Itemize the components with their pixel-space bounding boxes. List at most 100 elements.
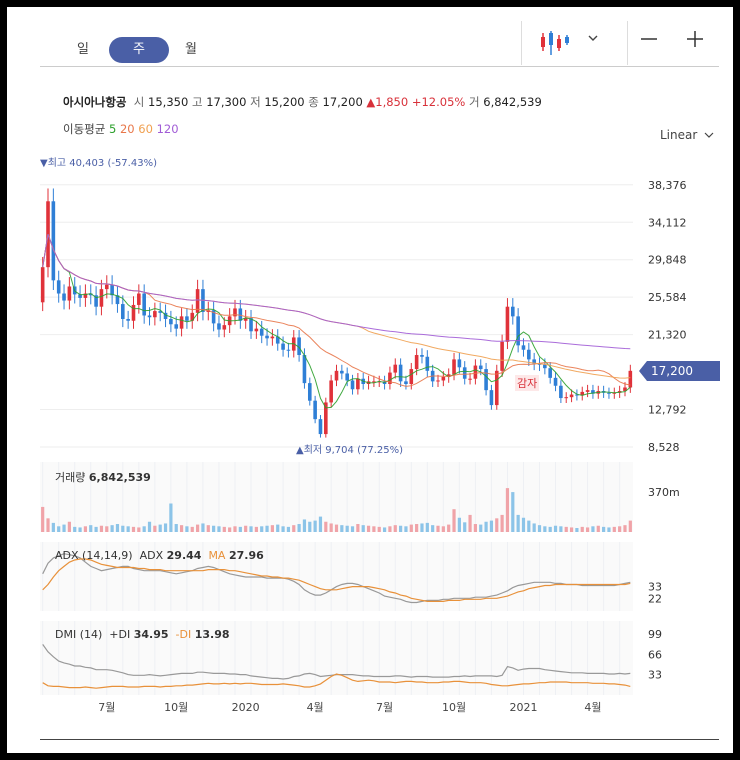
volume-bar <box>206 525 210 532</box>
candle-body <box>510 306 515 317</box>
candle-body <box>62 293 66 301</box>
volume-bar <box>153 525 157 532</box>
candle-body <box>121 304 125 319</box>
volume-bar <box>382 527 387 532</box>
candle-body <box>521 345 526 350</box>
volume-bar <box>286 526 291 532</box>
current-price: 17,200 <box>651 364 693 378</box>
candle-body <box>174 324 179 329</box>
candle-body <box>569 394 574 398</box>
volume-bar <box>585 527 590 532</box>
volume-bar <box>479 524 483 532</box>
volume-bar <box>452 509 456 532</box>
candle-body <box>302 355 307 384</box>
volume-bar <box>511 492 515 532</box>
volume-bar <box>602 526 606 532</box>
volume-bar <box>366 525 371 532</box>
price-tick-label: 38,376 <box>648 179 687 192</box>
candle-body <box>457 359 462 368</box>
volume-bar <box>73 526 77 532</box>
volume-bar <box>420 523 424 532</box>
volume-bar <box>388 526 392 532</box>
volume-bar <box>302 519 307 532</box>
candle-body <box>147 315 152 318</box>
volume-bar <box>559 526 563 532</box>
candle-body <box>185 316 189 321</box>
volume-bar <box>457 517 461 532</box>
volume-bar <box>270 525 274 532</box>
volume-bar <box>404 526 408 532</box>
candle-body <box>67 286 72 301</box>
dmi-panel-label: DMI (14) +DI 34.95 -DI 13.98 <box>55 628 230 641</box>
volume-bar <box>142 526 146 532</box>
volume-bar <box>233 526 237 532</box>
volume-bar <box>308 521 312 532</box>
volume-panel-label: 거래량 6,842,539 <box>55 469 151 485</box>
x-tick-label: 10월 <box>442 701 466 714</box>
candle-body <box>137 293 141 305</box>
volume-bar <box>596 525 600 532</box>
volume-bar <box>228 527 232 532</box>
candle-body <box>505 306 510 342</box>
candle-body <box>484 369 488 391</box>
moving-average-line <box>42 234 631 379</box>
mdi-label: -DI <box>175 628 192 641</box>
candle-body <box>345 373 349 381</box>
volume-bar <box>99 525 104 532</box>
x-tick-label: 4월 <box>584 701 601 714</box>
volume-bar <box>505 488 510 532</box>
candle-body <box>356 378 360 390</box>
volume-bar <box>623 525 627 532</box>
volume-bar <box>174 524 178 532</box>
volume-bar <box>222 526 226 532</box>
annotation-label: 감자 <box>515 375 540 391</box>
candle-body <box>350 380 355 390</box>
dmi-tick-label: 33 <box>648 669 662 682</box>
volume-bar <box>324 521 328 532</box>
volume-panel-title: 거래량 <box>55 471 86 484</box>
candle-body <box>254 328 259 332</box>
dmi-panel-title: DMI (14) <box>55 628 103 641</box>
candles <box>40 188 633 438</box>
candle-body <box>51 201 56 281</box>
volume-bar <box>415 524 419 532</box>
volume-bar <box>265 525 269 532</box>
volume-bar <box>260 526 264 532</box>
volume-bar <box>62 524 66 532</box>
mdi-value: 13.98 <box>194 628 230 641</box>
candle-body <box>494 370 499 406</box>
volume-bar <box>350 526 355 532</box>
volume-bar <box>78 527 82 532</box>
volume-bar <box>591 526 595 532</box>
candle-body <box>318 419 323 435</box>
volume-bar <box>489 520 494 532</box>
volume-bar <box>436 525 440 532</box>
volume-bar <box>121 525 125 532</box>
volume-bar <box>553 525 558 532</box>
volume-bar <box>57 526 61 532</box>
volume-bar <box>292 525 296 532</box>
volume-bar <box>484 521 488 532</box>
volume-bar <box>356 524 360 532</box>
volume-bar <box>179 525 184 532</box>
pdi-value: 34.95 <box>133 628 169 641</box>
price-chart[interactable]: 38,376 34,112 29,848 25,584 21,320 12,792 8,52… <box>7 7 733 753</box>
volume-bar <box>105 526 109 532</box>
candle-body <box>222 325 227 330</box>
volume-bar <box>169 503 173 532</box>
volume-bar <box>612 526 616 532</box>
volume-bar <box>313 520 317 532</box>
volume-bar <box>46 518 50 532</box>
volume-bar <box>340 525 344 532</box>
adx-ma-label: MA <box>208 549 226 562</box>
candle-body <box>286 349 291 351</box>
adx-panel-title: ADX (14,14,9) <box>55 549 133 562</box>
volume-bar <box>345 525 349 532</box>
candle-body <box>559 385 563 399</box>
volume-bar <box>89 525 93 532</box>
volume-bar <box>190 526 194 532</box>
pdi-label: +DI <box>109 628 131 641</box>
price-tick-label: 12,792 <box>648 404 687 417</box>
candle-body <box>441 376 446 381</box>
grid-lines <box>40 184 633 695</box>
